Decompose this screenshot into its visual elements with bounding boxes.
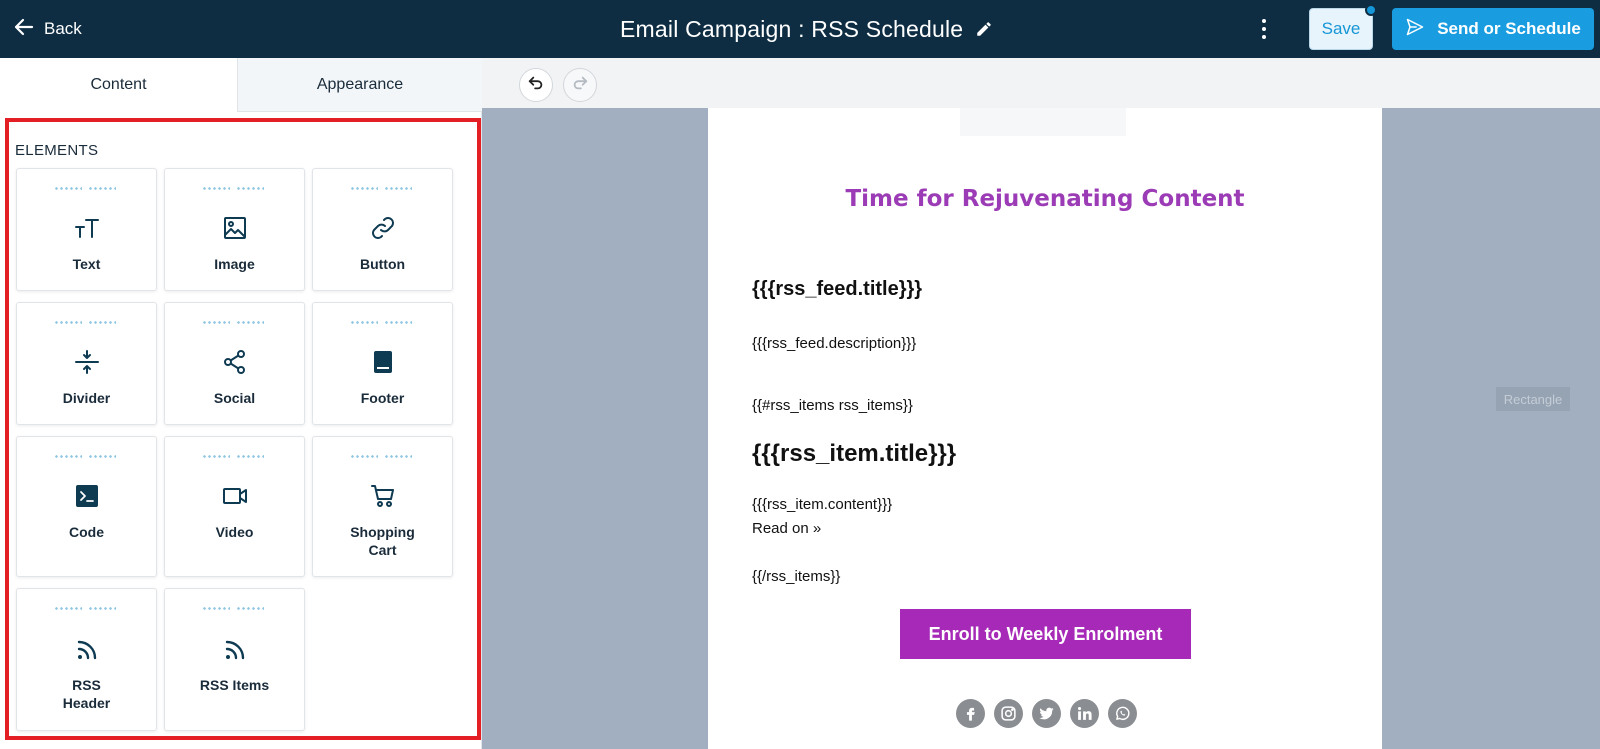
- twitter-icon[interactable]: [1032, 699, 1061, 728]
- divider-icon: [17, 349, 156, 375]
- footer-icon: [313, 349, 452, 375]
- elements-heading: ELEMENTS: [15, 142, 99, 159]
- edit-pencil-icon[interactable]: [975, 20, 993, 38]
- video-icon: [165, 483, 304, 509]
- element-tile-shopping-cart[interactable]: Shopping Cart: [312, 436, 453, 577]
- panel-tabs: Content Appearance: [0, 58, 482, 112]
- element-tile-text[interactable]: Text: [16, 168, 157, 291]
- text-icon: [17, 215, 156, 241]
- back-label: Back: [44, 19, 82, 38]
- cart-icon: [313, 483, 452, 509]
- instagram-icon[interactable]: [994, 699, 1023, 728]
- left-panel: Content Appearance ELEMENTS Text Image B…: [0, 58, 482, 749]
- element-tile-footer[interactable]: Footer: [312, 302, 453, 425]
- element-label: Shopping Cart: [350, 524, 415, 558]
- terminal-icon: [17, 483, 156, 509]
- tab-appearance[interactable]: Appearance: [237, 58, 482, 112]
- drag-handle-icon: [350, 321, 416, 325]
- send-label: Send or Schedule: [1437, 19, 1581, 38]
- email-preview: Time for Rejuvenating Content {{{rss_fee…: [708, 108, 1382, 749]
- element-tile-image[interactable]: Image: [164, 168, 305, 291]
- tab-content[interactable]: Content: [0, 58, 237, 112]
- element-tile-code[interactable]: Code: [16, 436, 157, 577]
- element-tile-divider[interactable]: Divider: [16, 302, 157, 425]
- elements-panel: ELEMENTS Text Image Button Divider Socia…: [5, 118, 481, 740]
- element-label: RSS Items: [199, 677, 270, 693]
- drag-handle-icon: [54, 321, 120, 325]
- element-label: Video: [215, 524, 254, 540]
- drag-handle-icon: [54, 187, 120, 191]
- element-label: Code: [69, 524, 104, 540]
- element-label: Text: [72, 256, 101, 272]
- save-label: Save: [1321, 19, 1361, 38]
- rectangle-tooltip: Rectangle: [1496, 387, 1570, 411]
- rss-items-open-tag[interactable]: {{#rss_items rss_items}}: [752, 397, 913, 414]
- social-icons-row: [956, 699, 1137, 728]
- unsaved-indicator-dot: [1365, 4, 1377, 16]
- element-label: Footer: [360, 390, 405, 406]
- arrow-left-icon: [12, 15, 36, 44]
- element-label: Divider: [62, 390, 111, 406]
- back-button[interactable]: Back: [12, 16, 82, 42]
- redo-button[interactable]: [563, 68, 597, 102]
- save-button[interactable]: Save: [1309, 4, 1377, 50]
- element-label: Image: [214, 256, 255, 272]
- header-image-placeholder[interactable]: [960, 108, 1126, 136]
- element-tile-video[interactable]: Video: [164, 436, 305, 577]
- canvas-toolbar: [482, 58, 1600, 108]
- send-icon: [1405, 17, 1425, 42]
- top-bar: Back Email Campaign : RSS Schedule Save …: [0, 0, 1600, 58]
- rss-items-close-tag[interactable]: {{/rss_items}}: [752, 568, 840, 585]
- more-options-icon[interactable]: [1254, 16, 1274, 42]
- drag-handle-icon: [202, 455, 268, 459]
- rss-item-content[interactable]: {{{rss_item.content}}}: [752, 496, 892, 513]
- link-icon: [313, 215, 452, 241]
- rss-feed-description[interactable]: {{{rss_feed.description}}}: [752, 335, 916, 352]
- element-label: RSS Header: [62, 677, 111, 711]
- undo-icon: [527, 74, 545, 97]
- element-label: Button: [359, 256, 406, 272]
- image-icon: [165, 215, 304, 241]
- read-on-link[interactable]: Read on »: [752, 520, 821, 537]
- rss-icon: [17, 637, 156, 663]
- rss-item-title[interactable]: {{{rss_item.title}}}: [752, 440, 956, 468]
- drag-handle-icon: [350, 455, 416, 459]
- rss-icon: [165, 637, 304, 663]
- enroll-cta-button[interactable]: Enroll to Weekly Enrolment: [900, 609, 1191, 659]
- linkedin-icon[interactable]: [1070, 699, 1099, 728]
- drag-handle-icon: [54, 455, 120, 459]
- send-or-schedule-button[interactable]: Send or Schedule: [1392, 8, 1594, 50]
- element-tile-rss-header[interactable]: RSS Header: [16, 588, 157, 731]
- page-title: Email Campaign : RSS Schedule: [620, 15, 964, 42]
- campaign-title-group: Email Campaign : RSS Schedule: [620, 12, 993, 46]
- redo-icon: [571, 74, 589, 97]
- undo-button[interactable]: [519, 68, 553, 102]
- drag-handle-icon: [202, 607, 268, 611]
- drag-handle-icon: [54, 607, 120, 611]
- element-tile-button[interactable]: Button: [312, 168, 453, 291]
- facebook-icon[interactable]: [956, 699, 985, 728]
- element-tile-rss-items[interactable]: RSS Items: [164, 588, 305, 731]
- share-icon: [165, 349, 304, 375]
- rss-feed-title[interactable]: {{{rss_feed.title}}}: [752, 278, 922, 301]
- element-tile-social[interactable]: Social: [164, 302, 305, 425]
- drag-handle-icon: [202, 187, 268, 191]
- email-headline[interactable]: Time for Rejuvenating Content: [708, 186, 1382, 212]
- element-label: Social: [213, 390, 256, 406]
- drag-handle-icon: [350, 187, 416, 191]
- drag-handle-icon: [202, 321, 268, 325]
- whatsapp-icon[interactable]: [1108, 699, 1137, 728]
